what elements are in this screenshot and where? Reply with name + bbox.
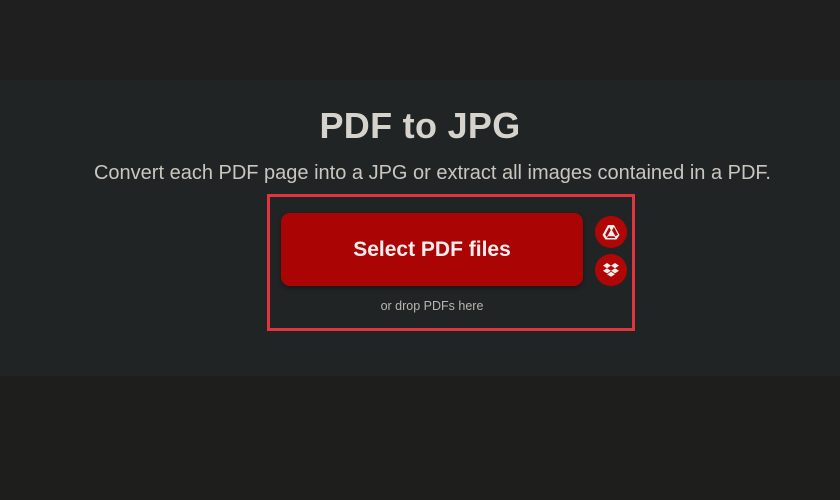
select-pdf-files-button[interactable]: Select PDF files	[281, 213, 583, 286]
dropbox-icon	[603, 263, 619, 277]
bottom-band	[0, 376, 840, 500]
page-subtitle: Convert each PDF page into a JPG or extr…	[93, 162, 771, 184]
page-title: PDF to JPG	[319, 105, 521, 146]
dropbox-button[interactable]	[595, 254, 627, 286]
google-drive-button[interactable]	[595, 216, 627, 248]
top-band	[0, 0, 840, 80]
select-pdf-files-label: Select PDF files	[353, 237, 511, 261]
google-drive-icon	[602, 225, 620, 240]
drop-hint-text: or drop PDFs here	[380, 299, 484, 313]
